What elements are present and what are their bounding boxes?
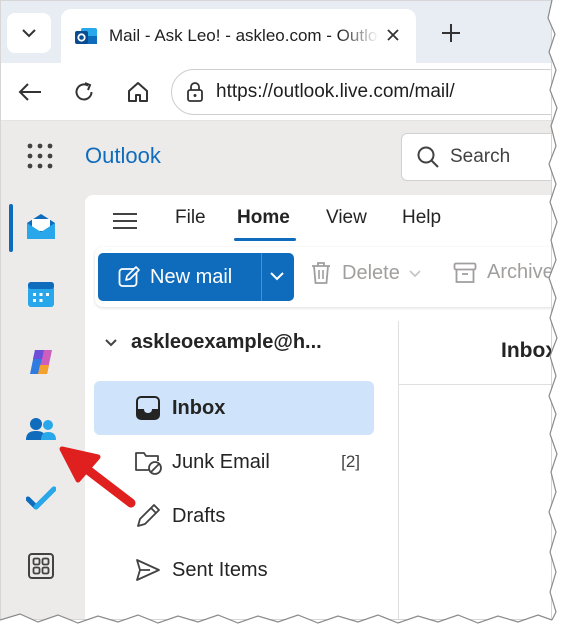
new-mail-button[interactable]: New mail <box>98 253 294 301</box>
folder-inbox[interactable]: Inbox <box>94 381 374 435</box>
people-icon <box>26 418 56 440</box>
folder-drafts[interactable]: Drafts <box>94 489 374 543</box>
address-bar[interactable]: https://outlook.live.com/mail/ <box>171 69 551 115</box>
hamburger-icon[interactable] <box>111 207 139 235</box>
folder-junk-email[interactable]: Junk Email [2] <box>94 435 374 489</box>
list-title: Inbox <box>501 339 552 362</box>
inbox-icon <box>136 396 160 420</box>
main-workspace: File Home View Help New mail Delete Arch… <box>85 195 552 619</box>
outlook-app: Outlook Search File Home View Help New m… <box>1 121 552 619</box>
search-placeholder: Search <box>450 146 511 167</box>
tab-title: Mail - Ask Leo! - askleo.com - Outlook <box>109 26 379 45</box>
lock-icon <box>187 82 203 102</box>
chevron-down-icon <box>22 29 36 38</box>
app-brand[interactable]: Outlook <box>85 143 161 169</box>
search-box[interactable]: Search <box>401 133 551 181</box>
delete-button[interactable]: Delete <box>310 261 422 285</box>
browser-nav-bar: https://outlook.live.com/mail/ <box>1 63 551 121</box>
plus-icon <box>442 24 460 42</box>
archive-label: Archive <box>487 261 552 283</box>
tab-file[interactable]: File <box>175 207 206 229</box>
chevron-down-icon <box>105 338 117 346</box>
folder-label: Junk Email <box>172 450 270 473</box>
account-label: askleoexample@h... <box>131 331 322 353</box>
folder-label: Sent Items <box>172 558 268 581</box>
folder-label: Drafts <box>172 504 226 527</box>
folder-pane: askleoexample@h... Inbox Junk Email [2] … <box>85 315 385 619</box>
active-tab-underline <box>234 238 296 241</box>
unread-count: [2] <box>341 452 360 471</box>
compose-icon <box>118 266 140 287</box>
rail-todo[interactable] <box>18 475 64 521</box>
rail-copilot[interactable] <box>18 339 64 385</box>
home-button[interactable] <box>121 75 155 109</box>
folder-sent-items[interactable]: Sent Items <box>94 543 374 597</box>
home-icon <box>128 82 148 102</box>
message-list-header: Inbox <box>399 321 552 385</box>
chevron-down-icon <box>409 270 421 278</box>
split-divider <box>261 253 262 301</box>
calendar-icon <box>28 282 54 307</box>
junk-icon <box>135 452 162 475</box>
mail-icon <box>27 214 55 239</box>
tab-home[interactable]: Home <box>237 207 290 229</box>
apps-icon <box>28 553 54 579</box>
rail-calendar[interactable] <box>18 271 64 317</box>
account-header[interactable]: askleoexample@h... <box>103 331 322 354</box>
ribbon-toolbar: New mail Delete Archive <box>95 247 552 307</box>
browser-tab[interactable]: Mail - Ask Leo! - askleo.com - Outlook <box>61 9 416 63</box>
app-launcher-icon[interactable] <box>27 143 53 169</box>
menu-bar: File Home View Help <box>85 195 551 247</box>
copilot-icon <box>30 350 52 374</box>
tab-help[interactable]: Help <box>402 207 441 229</box>
rail-mail[interactable] <box>18 204 64 250</box>
outlook-favicon-icon <box>75 28 97 44</box>
reload-button[interactable] <box>67 75 101 109</box>
tab-close-button[interactable] <box>382 24 404 46</box>
rail-people[interactable] <box>18 407 64 453</box>
message-list-pane: Inbox <box>398 321 552 619</box>
archive-button[interactable]: Archive <box>453 261 552 284</box>
app-rail <box>1 121 75 619</box>
new-mail-label: New mail <box>150 265 233 288</box>
tab-list-button[interactable] <box>7 13 51 53</box>
drafts-icon <box>137 504 160 527</box>
trash-icon <box>312 262 330 284</box>
archive-icon <box>453 262 477 283</box>
tab-view[interactable]: View <box>326 207 367 229</box>
address-url: https://outlook.live.com/mail/ <box>216 81 455 102</box>
search-icon <box>417 146 439 168</box>
screenshot-frame: Mail - Ask Leo! - askleo.com - Outlook h… <box>0 0 552 620</box>
rail-active-indicator <box>9 204 13 252</box>
folder-label: Inbox <box>172 396 226 419</box>
sent-icon <box>136 559 160 581</box>
back-arrow-icon <box>18 83 41 101</box>
browser-tab-strip: Mail - Ask Leo! - askleo.com - Outlook <box>1 1 551 63</box>
rail-more-apps[interactable] <box>18 543 64 589</box>
delete-label: Delete <box>342 261 400 284</box>
new-tab-button[interactable] <box>433 15 469 51</box>
back-button[interactable] <box>13 75 47 109</box>
close-icon <box>387 29 399 41</box>
reload-icon <box>75 82 93 101</box>
todo-icon <box>26 486 56 510</box>
chevron-down-icon[interactable] <box>268 267 286 285</box>
